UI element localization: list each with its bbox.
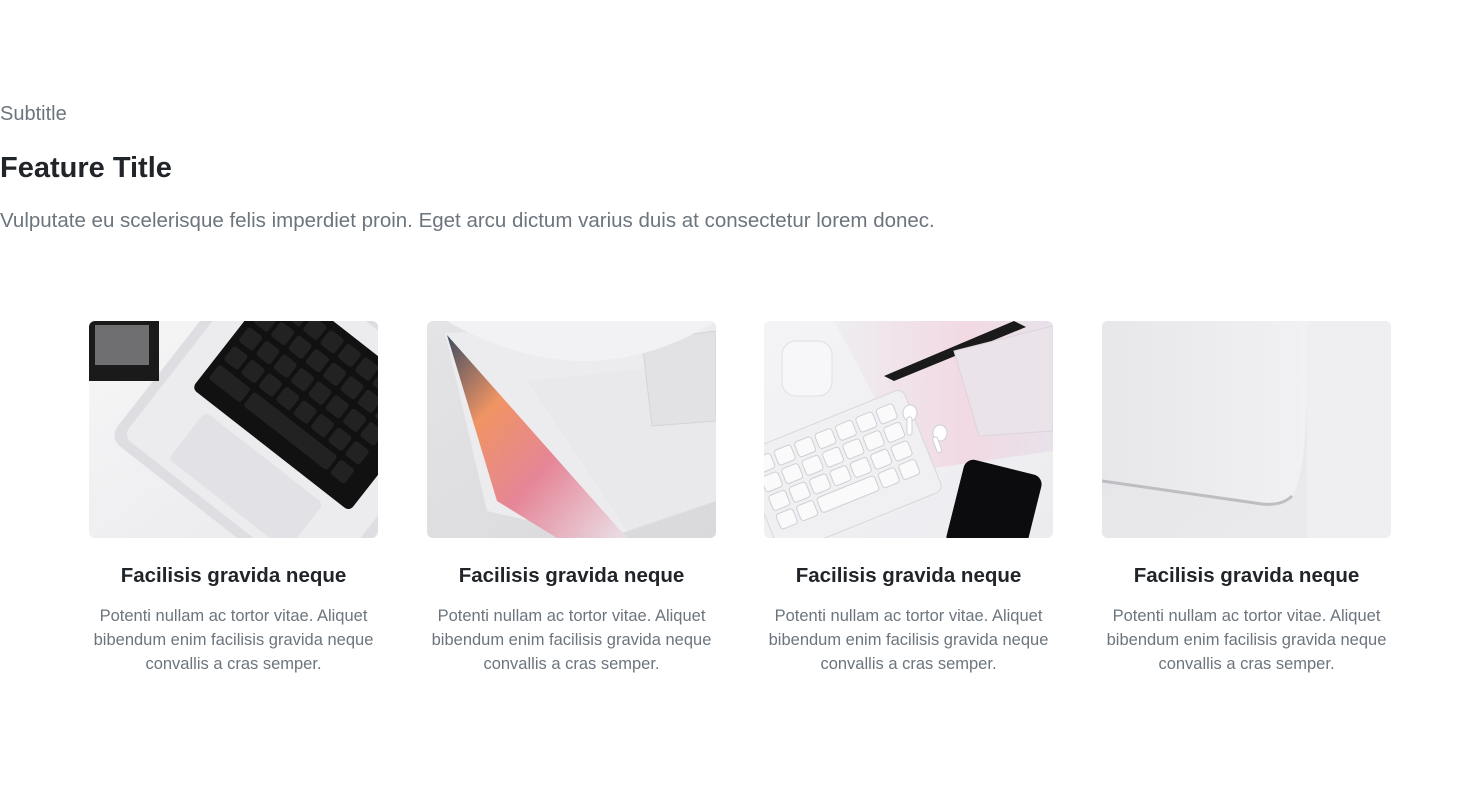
feature-card: Facilisis gravida neque Potenti nullam a… [1102, 321, 1391, 676]
section-title: Feature Title [0, 152, 172, 184]
card-image-laptop-lid [1102, 321, 1391, 538]
card-image-laptop-open [427, 321, 716, 538]
laptop-lid-closeup-image [1102, 321, 1391, 538]
laptop-open-gradient-image [427, 321, 716, 538]
card-title: Facilisis gravida neque [1133, 564, 1360, 587]
section-subtitle: Subtitle [0, 103, 67, 125]
section-lead: Vulputate eu scelerisque felis imperdiet… [0, 209, 935, 232]
laptop-keyboard-image [89, 321, 378, 538]
card-image-laptop-keyboard [89, 321, 378, 538]
desk-keyboard-earbuds-phone-image [764, 321, 1053, 538]
feature-card: Facilisis gravida neque Potenti nullam a… [89, 321, 378, 676]
card-title: Facilisis gravida neque [795, 564, 1022, 587]
card-title: Facilisis gravida neque [120, 564, 347, 587]
card-image-desk [764, 321, 1053, 538]
card-text: Potenti nullam ac tortor vitae. Aliquet … [93, 607, 374, 673]
card-text: Potenti nullam ac tortor vitae. Aliquet … [1106, 607, 1387, 673]
feature-card: Facilisis gravida neque Potenti nullam a… [427, 321, 716, 676]
card-title: Facilisis gravida neque [458, 564, 685, 587]
card-text: Potenti nullam ac tortor vitae. Aliquet … [768, 607, 1049, 673]
card-text: Potenti nullam ac tortor vitae. Aliquet … [431, 607, 712, 673]
feature-card: Facilisis gravida neque Potenti nullam a… [764, 321, 1053, 676]
